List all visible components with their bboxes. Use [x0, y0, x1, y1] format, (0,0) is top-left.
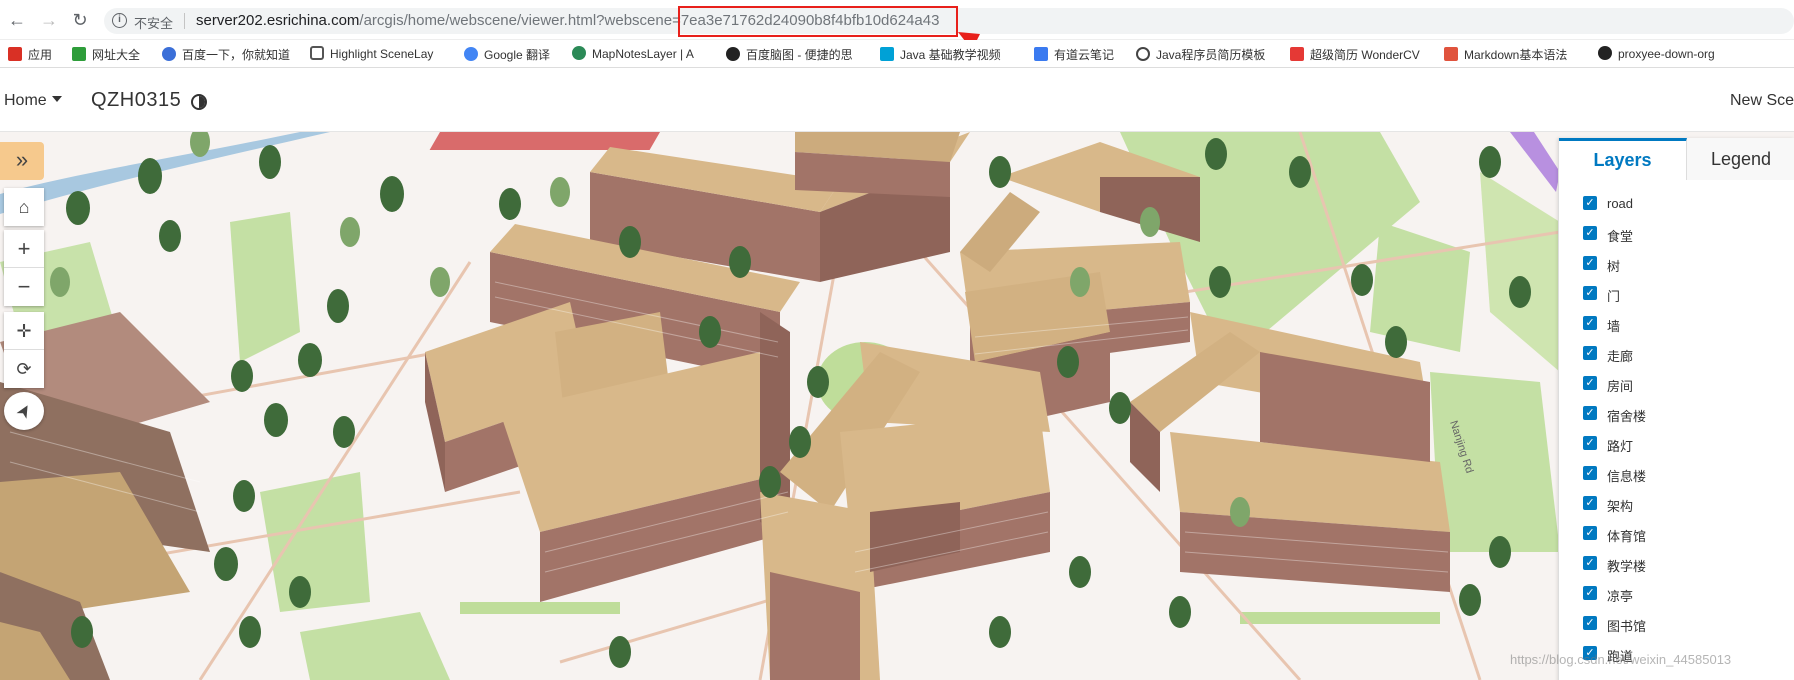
checkbox-checked-icon[interactable]: ✓	[1583, 616, 1597, 630]
app-header: Home QZH0315 New Sce	[0, 68, 1794, 132]
tab-layers[interactable]: Layers	[1559, 138, 1687, 180]
layer-panel: Layers Legend ✓ road ✓ 食堂 ✓ 树 ✓ 门 ✓ 墙 ✓ 走廊 ✓ 房间…	[1558, 138, 1794, 680]
home-menu-label: Home	[4, 92, 47, 109]
url-host: server202.esrichina.com	[196, 12, 360, 29]
pan-icon[interactable]: ✛	[4, 312, 44, 350]
home-widget: ⌂	[4, 188, 44, 226]
checkbox-checked-icon[interactable]: ✓	[1583, 526, 1597, 540]
bookmark-item[interactable]: 百度脑图 - 便捷的思	[726, 46, 853, 63]
checkbox-checked-icon[interactable]: ✓	[1583, 286, 1597, 300]
checkbox-checked-icon[interactable]: ✓	[1583, 316, 1597, 330]
home-icon[interactable]: ⌂	[4, 188, 44, 226]
mind-map-icon	[726, 47, 740, 61]
bookmark-item[interactable]: Google 翻译	[464, 46, 550, 63]
panel-tabs: Layers Legend	[1559, 138, 1794, 180]
bookmark-item[interactable]: 应用	[8, 46, 52, 63]
checkbox-checked-icon[interactable]: ✓	[1583, 376, 1597, 390]
divider	[184, 13, 185, 29]
note-icon	[1034, 47, 1048, 61]
arcgis-icon	[310, 46, 324, 60]
site-icon	[72, 47, 86, 61]
url-path: /arcgis/home/webscene/viewer.html?websce…	[359, 12, 681, 29]
bookmarks-bar: 应用 网址大全 百度一下，你就知道 Highlight SceneLay Goo…	[0, 40, 1794, 68]
checkbox-checked-icon[interactable]: ✓	[1583, 586, 1597, 600]
new-scene-button[interactable]: New Sce	[1730, 92, 1794, 110]
bookmark-item[interactable]: Markdown基本语法	[1444, 46, 1567, 63]
navigation-toggle: ✛ ⟳	[4, 312, 44, 388]
watermark: https://blog.csdn.net/weixin_44585013	[1510, 652, 1732, 667]
checkbox-checked-icon[interactable]: ✓	[1583, 556, 1597, 570]
home-menu-button[interactable]: Home	[4, 92, 62, 110]
theme-toggle-icon[interactable]	[191, 94, 207, 110]
bookmark-item[interactable]: Java 基础教学视频	[880, 46, 1001, 63]
globe-icon	[572, 46, 586, 60]
checkbox-checked-icon[interactable]: ✓	[1583, 406, 1597, 420]
bookmark-item[interactable]: Java程序员简历模板	[1136, 46, 1265, 63]
id-highlight-box	[678, 6, 958, 37]
page-title: QZH0315	[91, 89, 182, 111]
checkbox-checked-icon[interactable]: ✓	[1583, 496, 1597, 510]
bookmark-item[interactable]: Highlight SceneLay	[310, 46, 433, 61]
map-canvas[interactable]: Nanjing Rd	[0, 132, 1794, 680]
bilibili-icon	[880, 47, 894, 61]
resume-icon	[1136, 47, 1150, 61]
github-icon	[1598, 46, 1612, 60]
expand-icon[interactable]: »	[0, 142, 44, 180]
wondercv-icon	[1290, 47, 1304, 61]
security-label: 不安全	[134, 16, 174, 31]
bookmark-item[interactable]: proxyee-down-org	[1598, 46, 1715, 61]
checkbox-checked-icon[interactable]: ✓	[1583, 196, 1597, 210]
checkbox-checked-icon[interactable]: ✓	[1583, 346, 1597, 360]
checkbox-checked-icon[interactable]: ✓	[1583, 466, 1597, 480]
tab-legend[interactable]: Legend	[1687, 138, 1794, 180]
checkbox-checked-icon[interactable]: ✓	[1583, 256, 1597, 270]
google-icon	[464, 47, 478, 61]
reload-icon[interactable]: ↻	[69, 9, 91, 31]
apps-icon	[8, 47, 22, 61]
rotate-icon[interactable]: ⟳	[4, 350, 44, 388]
bookmark-item[interactable]: 网址大全	[72, 46, 140, 63]
checkbox-checked-icon[interactable]: ✓	[1583, 436, 1597, 450]
back-arrow-icon[interactable]: ←	[6, 9, 28, 31]
scene-view[interactable]: Nanjing Rd » ⌂ + − ✛ ⟳ ➤ Layers Legend ✓…	[0, 132, 1794, 680]
forward-arrow-icon[interactable]: →	[38, 9, 60, 31]
zoom-in-button[interactable]: +	[4, 230, 44, 268]
bookmark-item[interactable]: 超级简历 WonderCV	[1290, 46, 1420, 63]
bookmark-item[interactable]: MapNotesLayer | A	[572, 46, 694, 61]
compass-widget: ➤	[4, 392, 44, 430]
markdown-icon	[1444, 47, 1458, 61]
bookmark-item[interactable]: 百度一下，你就知道	[162, 46, 290, 63]
checkbox-checked-icon[interactable]: ✓	[1583, 226, 1597, 240]
zoom-widget: + −	[4, 230, 44, 306]
baidu-icon	[162, 47, 176, 61]
zoom-out-button[interactable]: −	[4, 268, 44, 306]
caret-down-icon	[51, 96, 62, 102]
info-icon[interactable]: i	[112, 13, 127, 28]
bookmark-item[interactable]: 有道云笔记	[1034, 46, 1114, 63]
